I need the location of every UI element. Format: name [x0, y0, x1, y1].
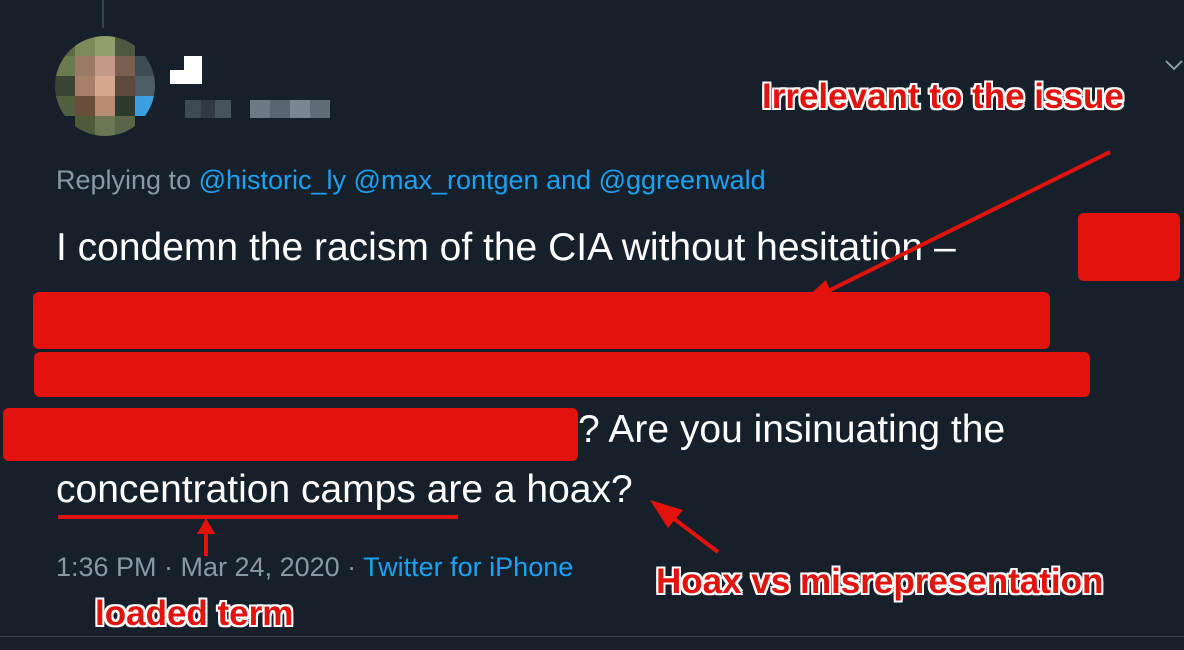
thread-line	[102, 0, 104, 28]
tweet-text-line: concentration camps are a hoax?	[56, 468, 633, 511]
arrow-loaded-term	[197, 518, 215, 556]
annotation-loaded-term: loaded term	[95, 594, 294, 633]
tweet-text-line: I condemn the racism of the CIA without …	[56, 226, 956, 269]
redaction-box	[3, 408, 578, 461]
redaction-box	[1078, 213, 1180, 281]
avatar[interactable]	[55, 36, 155, 136]
date-redacted	[250, 100, 330, 118]
annotation-hoax: Hoax vs misrepresentation	[656, 562, 1104, 601]
chevron-down-icon[interactable]	[1164, 58, 1184, 72]
handle-redacted	[185, 100, 231, 118]
replying-to-label: Replying to	[56, 165, 192, 195]
reply-mentions-link[interactable]: @historic_ly @max_rontgen and @ggreenwal…	[199, 165, 766, 195]
display-name-redacted	[170, 56, 202, 84]
tweet-client-link[interactable]: Twitter for iPhone	[363, 552, 573, 582]
tweet-metadata: 1:36 PM · Mar 24, 2020 · Twitter for iPh…	[56, 552, 573, 583]
tweet-text-line: ? Are you insinuating the	[578, 408, 1006, 451]
arrow-hoax	[650, 500, 720, 554]
divider	[0, 636, 1184, 637]
tweet-timestamp[interactable]: 1:36 PM · Mar 24, 2020 ·	[56, 552, 356, 582]
replying-to: Replying to @historic_ly @max_rontgen an…	[56, 165, 766, 196]
redaction-box	[33, 292, 1050, 349]
annotation-irrelevant: Irrelevant to the issue	[762, 77, 1124, 116]
redaction-box	[34, 352, 1090, 397]
